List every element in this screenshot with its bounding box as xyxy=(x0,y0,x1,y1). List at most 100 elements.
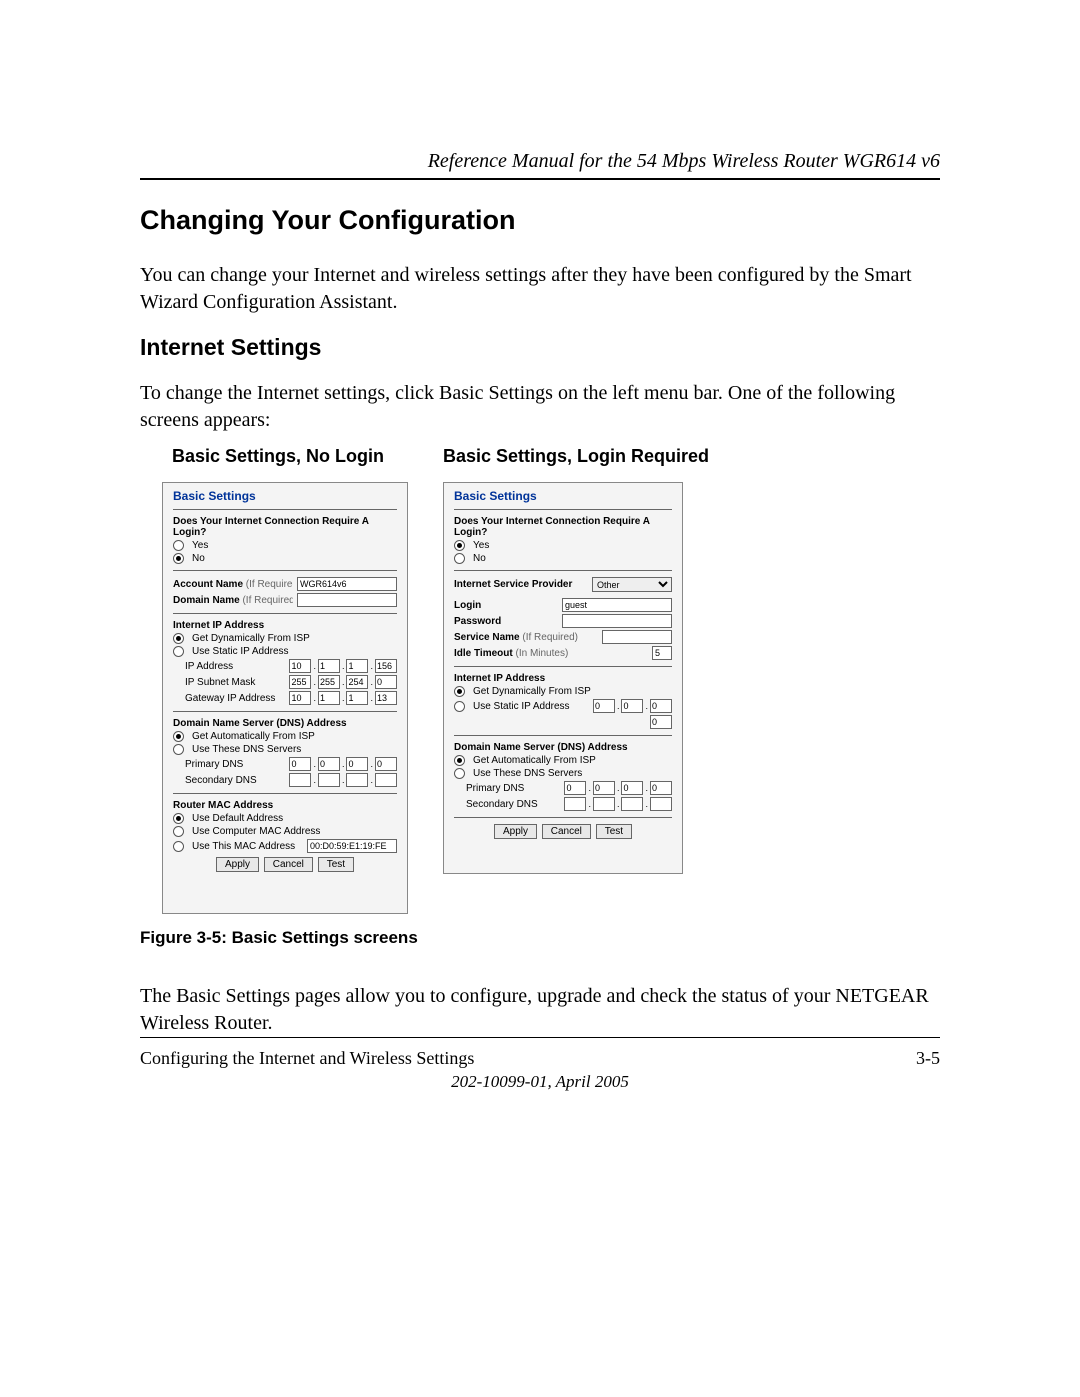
ip-octet[interactable] xyxy=(564,781,586,795)
radio-mac-default[interactable] xyxy=(173,813,184,824)
label-no: No xyxy=(192,553,397,564)
radio-ip-static[interactable] xyxy=(454,701,465,712)
ip-octet[interactable] xyxy=(346,773,368,787)
ip-octet[interactable] xyxy=(346,675,368,689)
panel-title: Basic Settings xyxy=(454,489,672,503)
radio-mac-this[interactable] xyxy=(173,841,184,852)
gateway-label: Gateway IP Address xyxy=(185,693,285,704)
ip-address-label: IP Address xyxy=(185,661,285,672)
ip-octet[interactable] xyxy=(318,757,340,771)
document-page: Reference Manual for the 54 Mbps Wireles… xyxy=(0,0,1080,1397)
separator xyxy=(454,509,672,510)
radio-yes[interactable] xyxy=(454,540,465,551)
figure-caption: Figure 3-5: Basic Settings screens xyxy=(140,928,418,948)
radio-dns-use[interactable] xyxy=(454,768,465,779)
radio-dns-auto[interactable] xyxy=(173,731,184,742)
separator xyxy=(173,613,397,614)
ip-octet[interactable] xyxy=(289,773,311,787)
ip-octet[interactable] xyxy=(593,781,615,795)
radio-mac-computer[interactable] xyxy=(173,826,184,837)
secondary-dns-input[interactable]: . . . xyxy=(564,797,672,811)
ip-octet[interactable] xyxy=(289,757,311,771)
ip-octet[interactable] xyxy=(375,659,397,673)
radio-ip-dynamic[interactable] xyxy=(454,686,465,697)
ip-octet[interactable] xyxy=(621,797,643,811)
dns-section-label: Domain Name Server (DNS) Address xyxy=(454,742,672,753)
account-name-input[interactable] xyxy=(297,577,397,591)
ip-octet[interactable] xyxy=(593,699,615,713)
ip-octet[interactable] xyxy=(621,699,643,713)
idle-timeout-input[interactable] xyxy=(652,646,672,660)
ip-octet[interactable] xyxy=(375,675,397,689)
label-ip-static: Use Static IP Address xyxy=(192,646,397,657)
password-input[interactable] xyxy=(562,614,672,628)
radio-no[interactable] xyxy=(454,553,465,564)
login-input[interactable] xyxy=(562,598,672,612)
ip-octet[interactable] xyxy=(650,699,672,713)
radio-dns-use[interactable] xyxy=(173,744,184,755)
primary-dns-label: Primary DNS xyxy=(185,759,285,770)
ip-octet[interactable] xyxy=(318,691,340,705)
test-button[interactable]: Test xyxy=(318,857,354,872)
domain-name-label: Domain Name (If Required) xyxy=(173,595,293,606)
domain-name-input[interactable] xyxy=(297,593,397,607)
ip-octet[interactable] xyxy=(375,757,397,771)
apply-button[interactable]: Apply xyxy=(494,824,537,839)
radio-ip-static[interactable] xyxy=(173,646,184,657)
test-button[interactable]: Test xyxy=(596,824,632,839)
ip-octet[interactable] xyxy=(318,773,340,787)
footer-page-number: 3-5 xyxy=(916,1048,940,1069)
label-ip-dynamic: Get Dynamically From ISP xyxy=(473,686,672,697)
ip-octet[interactable] xyxy=(621,781,643,795)
separator xyxy=(454,735,672,736)
footer-center: 202-10099-01, April 2005 xyxy=(140,1072,940,1092)
dns-section-label: Domain Name Server (DNS) Address xyxy=(173,718,397,729)
heading-changing-config: Changing Your Configuration xyxy=(140,205,515,236)
gateway-input[interactable]: . . . xyxy=(289,691,397,705)
radio-dns-auto[interactable] xyxy=(454,755,465,766)
header-rule xyxy=(140,178,940,180)
ip-octet[interactable] xyxy=(289,691,311,705)
secondary-dns-input[interactable]: . . . xyxy=(289,773,397,787)
ip-octet[interactable] xyxy=(289,659,311,673)
cancel-button[interactable]: Cancel xyxy=(542,824,591,839)
ip-octet[interactable] xyxy=(650,715,672,729)
mac-section-label: Router MAC Address xyxy=(173,800,397,811)
separator xyxy=(173,570,397,571)
primary-dns-input[interactable]: . . . xyxy=(564,781,672,795)
mac-address-input[interactable] xyxy=(307,839,397,853)
radio-ip-dynamic[interactable] xyxy=(173,633,184,644)
static-ip-input[interactable]: . . xyxy=(593,699,672,713)
ip-octet[interactable] xyxy=(375,691,397,705)
primary-dns-label: Primary DNS xyxy=(466,783,560,794)
ip-octet[interactable] xyxy=(564,797,586,811)
footer-rule xyxy=(140,1037,940,1038)
ip-octet[interactable] xyxy=(593,797,615,811)
ip-octet[interactable] xyxy=(375,773,397,787)
apply-button[interactable]: Apply xyxy=(216,857,259,872)
ip-octet[interactable] xyxy=(318,675,340,689)
radio-no[interactable] xyxy=(173,553,184,564)
label-dns-use: Use These DNS Servers xyxy=(192,744,397,755)
separator xyxy=(173,793,397,794)
account-name-label: Account Name (If Required) xyxy=(173,579,293,590)
ip-octet[interactable] xyxy=(346,757,368,771)
radio-yes[interactable] xyxy=(173,540,184,551)
label-mac-default: Use Default Address xyxy=(192,813,397,824)
label-no: No xyxy=(473,553,672,564)
ip-octet[interactable] xyxy=(318,659,340,673)
ip-octet[interactable] xyxy=(346,659,368,673)
subnet-input[interactable]: . . . xyxy=(289,675,397,689)
ip-octet[interactable] xyxy=(346,691,368,705)
ip-octet[interactable] xyxy=(650,781,672,795)
primary-dns-input[interactable]: . . . xyxy=(289,757,397,771)
closing-paragraph: The Basic Settings pages allow you to co… xyxy=(140,983,940,1037)
screenshot-basic-settings-no-login: Basic Settings Does Your Internet Connec… xyxy=(162,482,408,914)
ip-octet[interactable] xyxy=(650,797,672,811)
service-name-input[interactable] xyxy=(602,630,672,644)
isp-select[interactable]: Other xyxy=(592,577,672,592)
label-mac-this: Use This MAC Address xyxy=(192,841,303,852)
cancel-button[interactable]: Cancel xyxy=(264,857,313,872)
ip-address-input[interactable]: . . . xyxy=(289,659,397,673)
ip-octet[interactable] xyxy=(289,675,311,689)
